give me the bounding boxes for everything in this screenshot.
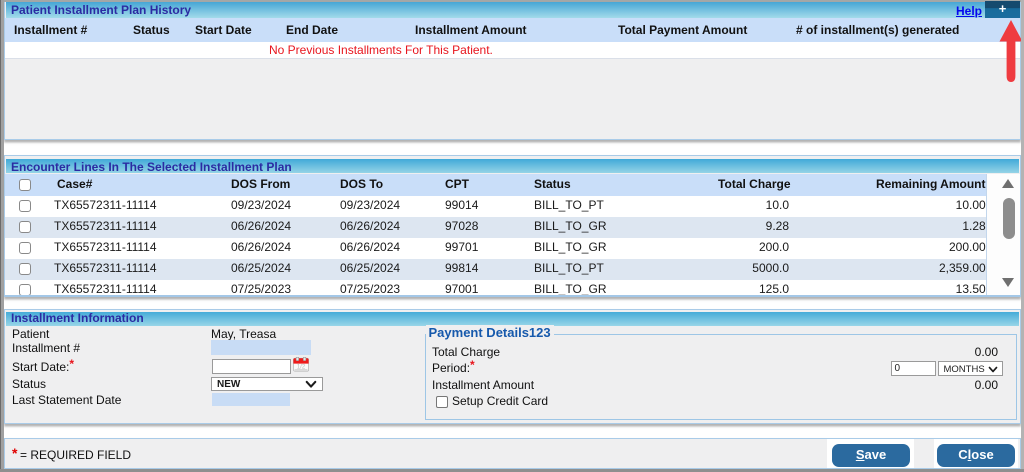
- svg-text:1/2: 1/2: [297, 365, 306, 371]
